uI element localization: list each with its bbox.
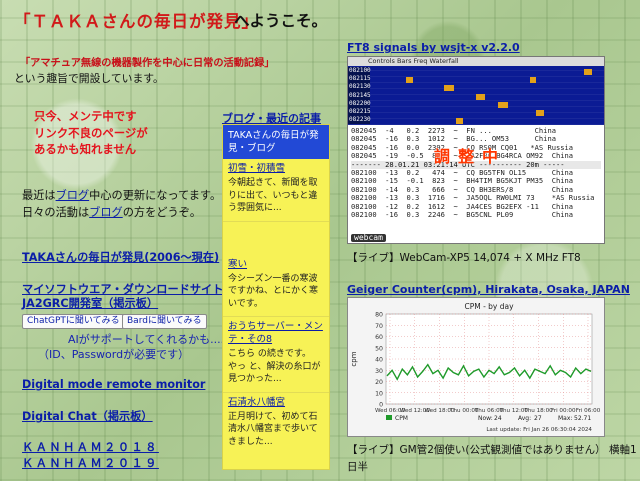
blog-note-text: 最近は: [22, 189, 56, 202]
blog-link[interactable]: ブログ: [56, 189, 90, 202]
site-title: 「ＴＡＫＡさんの毎日が発見」: [14, 12, 259, 31]
purpose-quote: 「アマチュア無線の機器製作を中心に日常の活動記録」: [20, 58, 275, 69]
ft8-caption: 【ライブ】WebCam-XP5 14,074 + X MHz FT8: [347, 252, 581, 264]
ft8-signal-trace: [476, 94, 485, 100]
legend-stat-label: Now:: [478, 415, 493, 422]
chatgpt-button[interactable]: ChatGPTに聞いてみる: [22, 314, 125, 329]
blog-entry: 寒い 今シーズン一番の寒波ですかね、とにかく寒いです。: [223, 222, 329, 317]
blog-entry: おうちサーバー・メンテ・その8 こちら の続きです。 やっ と、解決の糸口が見つ…: [223, 317, 329, 393]
geiger-caption: 【ライブ】GM管2個使い(公式観測値ではありません） 横軸1: [347, 444, 637, 456]
legend-series-name: CPM: [395, 415, 408, 422]
bard-button[interactable]: Bardに聞いてみる: [122, 314, 207, 329]
digital-mode-link[interactable]: Digital mode remote monitor: [22, 378, 205, 391]
ft8-signal-trace: [406, 77, 413, 83]
legend-swatch: [386, 415, 392, 420]
y-tick-label: 60: [375, 334, 383, 341]
ft8-time: 082200: [349, 99, 371, 107]
geiger-link[interactable]: Geiger Counter(cpm), Hirakata, Osaka, JA…: [347, 283, 630, 296]
maintenance-line: 只今、メンテ中です: [34, 109, 137, 123]
ft8-menubar: Controls Bars Freq Waterfall: [348, 57, 604, 66]
ft8-decode-line: 082100 -16 0.3 2246 ~ BG5CNL PL09 China: [351, 210, 574, 220]
y-tick-label: 70: [375, 323, 383, 330]
ft8-time: 082115: [349, 75, 371, 83]
blog-note: 日々の活動はブログの方をどうぞ。: [22, 204, 201, 220]
ft8-signal-trace: [536, 110, 544, 116]
ft8-signal-trace: [498, 102, 508, 108]
kanham-2018-link[interactable]: ＫＡＮＨＡＭ２０１８: [22, 439, 159, 455]
blog-entry-title[interactable]: 初雪・初積雪: [228, 162, 324, 175]
ja2grc-link[interactable]: JA2GRC開発室（掲示板）: [22, 295, 158, 311]
kanham-2019-link[interactable]: ＫＡＮＨＡＭ２０１９: [22, 455, 159, 471]
purpose-text: という趣旨で開設しています。: [14, 72, 164, 85]
welcome-text: へようこそ。: [234, 12, 328, 30]
geiger-caption-continued: 日半: [347, 461, 368, 473]
taka-archive-link[interactable]: TAKAさんの毎日が発見(2006～現在): [22, 249, 219, 265]
chart-footer: Last update: Fri Jan 26 06:30:04 2024: [486, 427, 592, 433]
maintenance-notice: 只今、メンテ中です リンク不良のページが あるかも知れません: [34, 108, 148, 158]
blog-link[interactable]: ブログ: [89, 206, 123, 219]
blog-entry-body: 今シーズン一番の寒波ですかね、とにかく寒いです。: [228, 273, 319, 309]
ft8-time-column: 082100 082115 082130 082145 082200 08221…: [348, 67, 371, 125]
blog-note-text: 日々の活動は: [22, 206, 90, 219]
y-tick-label: 30: [375, 368, 383, 375]
maintenance-line: あるかも知れません: [34, 142, 137, 156]
blog-note-text: の方をどうぞ。: [122, 206, 202, 219]
x-tick-label: Fri 06:00: [576, 408, 601, 414]
blog-entry-body: 正月明けて、初めて石清水八幡宮まで歩いてきました...: [228, 411, 318, 447]
blog-entry-body: こちら の続きです。 やっ と、解決の糸口が見つかった...: [228, 349, 321, 384]
y-tick-label: 40: [375, 357, 383, 364]
x-tick-label: Fri 00:00: [551, 408, 576, 414]
ft8-time: 082145: [349, 91, 371, 99]
legend-stat-label: Max:: [558, 415, 572, 422]
blog-panel-title[interactable]: TAKAさんの毎日が発見・ブログ: [223, 125, 329, 159]
digital-chat-link[interactable]: Digital Chat（掲示板）: [22, 408, 153, 424]
ft8-time: 082100: [349, 67, 371, 74]
blog-entry: 初雪・初積雪 今朝起きて、新聞を取りに出て、いつもと違う雰囲気に...: [223, 159, 329, 222]
ft8-time: 082215: [349, 107, 371, 115]
chart-title: CPM - by day: [464, 302, 514, 311]
ft8-signal-trace: [444, 85, 454, 91]
ft8-time: 082230: [349, 116, 371, 124]
geiger-chart: CPM - by daycpm01020304050607080Wed 06:0…: [348, 298, 604, 436]
ft8-signal-trace: [584, 69, 592, 75]
ft8-link[interactable]: FT8 signals by wsjt-x v2.2.0: [347, 41, 520, 54]
blog-entry-title[interactable]: 石清水八幡宮: [228, 396, 324, 409]
y-axis-label: cpm: [350, 351, 358, 366]
ft8-time: 082130: [349, 83, 371, 91]
legend-stat-label: Avg:: [518, 415, 531, 422]
legend-stat-value: 24: [494, 415, 502, 422]
adjusting-overlay: 調整中: [434, 147, 507, 166]
ft8-signal-trace: [456, 118, 463, 124]
ai-note: （ID、Passwordが必要です）: [38, 348, 190, 361]
blog-note: 最近はブログ中心の更新になってます。: [22, 187, 221, 203]
geiger-chart-panel: CPM - by day cpm 0 10 20 30 40 50 60 70 80 Wed 06:0…: [347, 297, 605, 437]
maintenance-line: リンク不良のページが: [34, 125, 148, 140]
blog-entry-title[interactable]: 寒い: [228, 258, 324, 271]
legend-stat-value: 27: [534, 415, 542, 422]
y-tick-label: 80: [375, 312, 383, 319]
blog-note-text: 中心の更新になってます。: [89, 189, 222, 202]
blog-entry-body: 今朝起きて、新聞を取りに出て、いつもと違う雰囲気に...: [228, 178, 318, 213]
y-tick-label: 10: [375, 390, 383, 397]
blog-entry-title[interactable]: おうちサーバー・メンテ・その8: [228, 320, 324, 346]
ft8-waterfall: Controls Bars Freq Waterfall 082100 0821…: [348, 57, 604, 125]
webcam-badge: webcam: [351, 233, 386, 242]
ai-note: AIがサポートしてくれるかも.....: [68, 333, 228, 346]
ft8-webcam-image: Controls Bars Freq Waterfall 082100 0821…: [347, 56, 605, 244]
legend-stat-value: 52.71: [574, 415, 591, 422]
ft8-signal-trace: [530, 77, 536, 83]
y-tick-label: 50: [375, 345, 383, 352]
blog-entry: 石清水八幡宮 正月明けて、初めて石清水八幡宮まで歩いてきました...: [223, 393, 329, 455]
y-tick-label: 20: [375, 379, 383, 386]
blog-panel: TAKAさんの毎日が発見・ブログ 初雪・初積雪 今朝起きて、新聞を取りに出て、い…: [222, 124, 330, 470]
x-tick-label: Thu 18:00: [523, 408, 553, 414]
